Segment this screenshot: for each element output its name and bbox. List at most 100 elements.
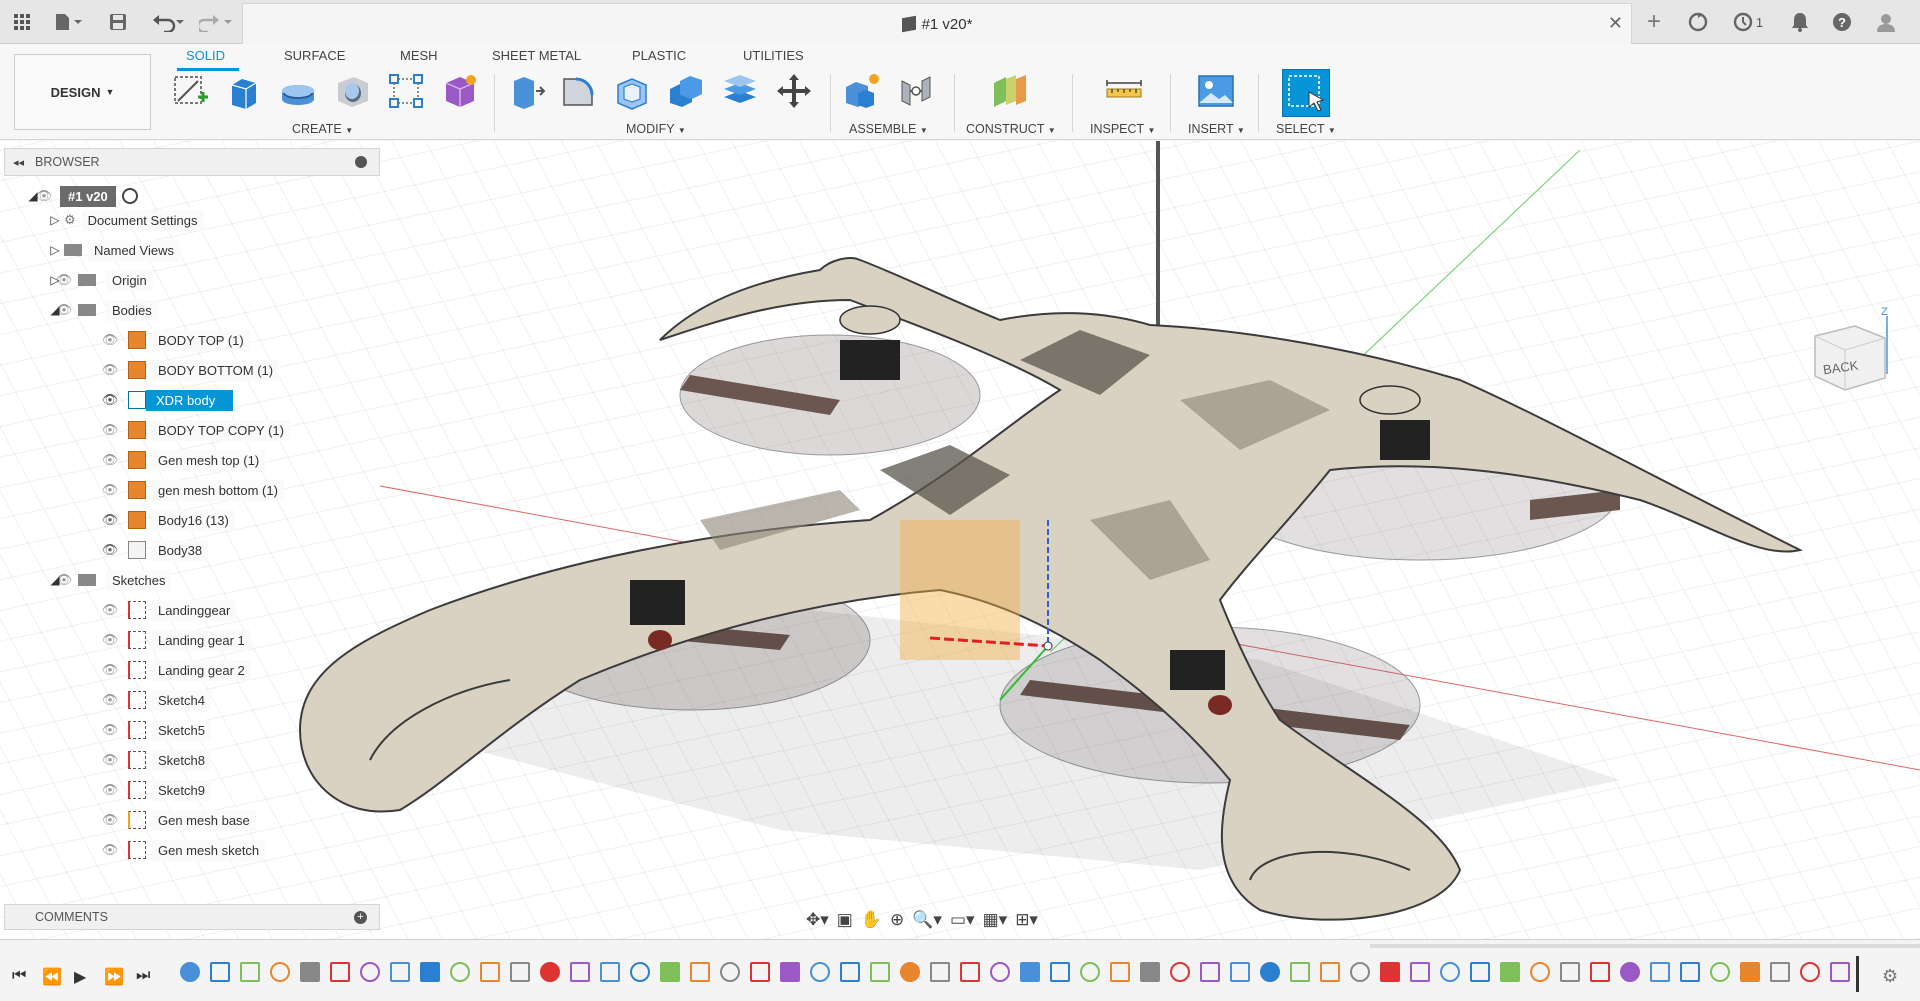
timeline-feature-icon[interactable] (600, 962, 620, 982)
revolve-icon[interactable] (278, 71, 318, 111)
select-tool-icon[interactable] (1282, 69, 1330, 117)
timeline-feature-icon[interactable] (1380, 962, 1400, 982)
timeline-feature-icon[interactable] (1140, 962, 1160, 982)
collapse-icon[interactable]: ◢ (26, 189, 40, 203)
tree-item-sketch[interactable]: 👁 Landing gear 2 (100, 658, 251, 682)
timeline-feature-icon[interactable] (1590, 962, 1610, 982)
timeline-feature-icon[interactable] (1320, 962, 1340, 982)
pan-hand-icon[interactable]: ✋ (861, 910, 882, 930)
timeline-settings-gear-icon[interactable]: ⚙ (1882, 966, 1898, 987)
tab-mesh[interactable]: MESH (400, 48, 438, 63)
timeline-feature-icon[interactable] (930, 962, 950, 982)
tree-item-sketch[interactable]: 👁 Landing gear 1 (100, 628, 251, 652)
step-forward-icon[interactable]: ⏩ (104, 967, 124, 987)
hidden-eye-icon[interactable]: 👁 (100, 602, 120, 618)
timeline-feature-icon[interactable] (900, 962, 920, 982)
timeline-feature-icon[interactable] (1530, 962, 1550, 982)
shell-icon[interactable] (612, 71, 652, 111)
hidden-eye-icon[interactable]: 👁 (100, 662, 120, 678)
press-pull-icon[interactable] (506, 71, 546, 111)
hole-icon[interactable] (332, 71, 372, 111)
extrude-icon[interactable] (224, 71, 264, 111)
modify-group-label[interactable]: MODIFY ▼ (626, 122, 686, 136)
grid-settings-icon[interactable]: ▦▾ (983, 910, 1008, 930)
look-at-icon[interactable]: ▣ (837, 910, 853, 930)
tree-item-sketches[interactable]: ◢ 👁 Sketches (48, 568, 172, 592)
timeline-feature-icon[interactable] (1740, 962, 1760, 982)
timeline-feature-icon[interactable] (450, 962, 470, 982)
offset-face-icon[interactable] (720, 71, 760, 111)
timeline-feature-icon[interactable] (870, 962, 890, 982)
close-tab-icon[interactable]: ✕ (1608, 13, 1623, 34)
joint-icon[interactable] (896, 71, 936, 111)
viewcube[interactable]: BACK Z (1805, 306, 1905, 406)
timeline-feature-icon[interactable] (1290, 962, 1310, 982)
timeline-feature-icon[interactable] (1230, 962, 1250, 982)
inspect-group-label[interactable]: INSPECT ▼ (1090, 122, 1155, 136)
timeline-feature-icon[interactable] (300, 962, 320, 982)
construct-group-label[interactable]: CONSTRUCT ▼ (966, 122, 1056, 136)
redo-icon[interactable] (196, 8, 236, 36)
tree-item-named-views[interactable]: ▷ Named Views (48, 238, 180, 262)
tree-item-body[interactable]: 👁 Body38 (100, 538, 209, 562)
form-icon[interactable] (440, 71, 480, 111)
timeline-feature-icon[interactable] (720, 962, 740, 982)
timeline-feature-icon[interactable] (1500, 962, 1520, 982)
timeline-feature-icon[interactable] (630, 962, 650, 982)
tree-item-sketch[interactable]: 👁 Sketch5 (100, 718, 211, 742)
timeline-feature-icon[interactable] (1560, 962, 1580, 982)
timeline-feature-icon[interactable] (390, 962, 410, 982)
hidden-eye-icon[interactable]: 👁 (100, 482, 120, 498)
timeline-feature-icon[interactable] (1650, 962, 1670, 982)
tab-surface[interactable]: SURFACE (284, 48, 345, 63)
tree-item-document-settings[interactable]: ▷ ⚙ Document Settings (48, 208, 204, 232)
assemble-group-label[interactable]: ASSEMBLE ▼ (849, 122, 928, 136)
timeline-feature-icon[interactable] (1800, 962, 1820, 982)
zoom-icon[interactable]: ⊕ (890, 910, 904, 930)
timeline-feature-icon[interactable] (1410, 962, 1430, 982)
tab-utilities[interactable]: UTILITIES (743, 48, 804, 63)
timeline-feature-icon[interactable] (1830, 962, 1850, 982)
help-icon[interactable]: ? (1828, 8, 1856, 36)
tree-item-body[interactable]: 👁 BODY TOP COPY (1) (100, 418, 290, 442)
move-icon[interactable] (774, 71, 814, 111)
browser-root[interactable]: ◢ 👁 #1 v20 (26, 184, 138, 208)
add-comment-icon[interactable]: + (354, 911, 367, 924)
timeline-feature-icon[interactable] (360, 962, 380, 982)
tree-item-body[interactable]: 👁 BODY TOP (1) (100, 328, 250, 352)
user-avatar-icon[interactable] (1872, 8, 1900, 36)
timeline-feature-icon[interactable] (1620, 962, 1640, 982)
timeline-feature-icon[interactable] (1680, 962, 1700, 982)
timeline-feature-icon[interactable] (570, 962, 590, 982)
timeline-feature-icon[interactable] (1470, 962, 1490, 982)
timeline-feature-icon[interactable] (1080, 962, 1100, 982)
collapse-panel-icon[interactable]: ◂◂ (13, 156, 24, 169)
insert-group-label[interactable]: INSERT ▼ (1188, 122, 1245, 136)
hidden-eye-icon[interactable]: 👁 (100, 752, 120, 768)
timeline-feature-icon[interactable] (690, 962, 710, 982)
visibility-eye-icon[interactable]: 👁 (100, 542, 120, 558)
hidden-eye-icon[interactable]: 👁 (100, 332, 120, 348)
expand-icon[interactable]: ▷ (48, 243, 62, 257)
tree-item-body[interactable]: 👁 Body16 (13) (100, 508, 235, 532)
timeline-feature-icon[interactable] (210, 962, 230, 982)
measure-icon[interactable] (1104, 71, 1144, 111)
hidden-eye-icon[interactable]: 👁 (100, 722, 120, 738)
timeline-feature-icon[interactable] (840, 962, 860, 982)
timeline-feature-icon[interactable] (1770, 962, 1790, 982)
timeline-feature-icon[interactable] (660, 962, 680, 982)
tree-item-body[interactable]: 👁 Gen mesh top (1) (100, 448, 266, 472)
minimize-icon[interactable] (355, 156, 367, 168)
hidden-eye-icon[interactable]: 👁 (100, 362, 120, 378)
timeline-feature-icon[interactable] (270, 962, 290, 982)
timeline-feature-icon[interactable] (990, 962, 1010, 982)
go-to-start-icon[interactable]: ⏮ (12, 967, 26, 985)
timeline-feature-icon[interactable] (180, 962, 200, 982)
viewports-icon[interactable]: ⊞▾ (1015, 910, 1038, 930)
tree-item-sketch[interactable]: 👁 Gen mesh sketch (100, 838, 266, 862)
notifications-bell-icon[interactable] (1786, 8, 1814, 36)
tree-item-origin[interactable]: ▷ 👁 Origin (48, 268, 153, 292)
timeline-feature-icon[interactable] (1200, 962, 1220, 982)
comments-panel[interactable]: COMMENTS + (4, 904, 380, 930)
app-grid-icon[interactable] (8, 8, 36, 36)
